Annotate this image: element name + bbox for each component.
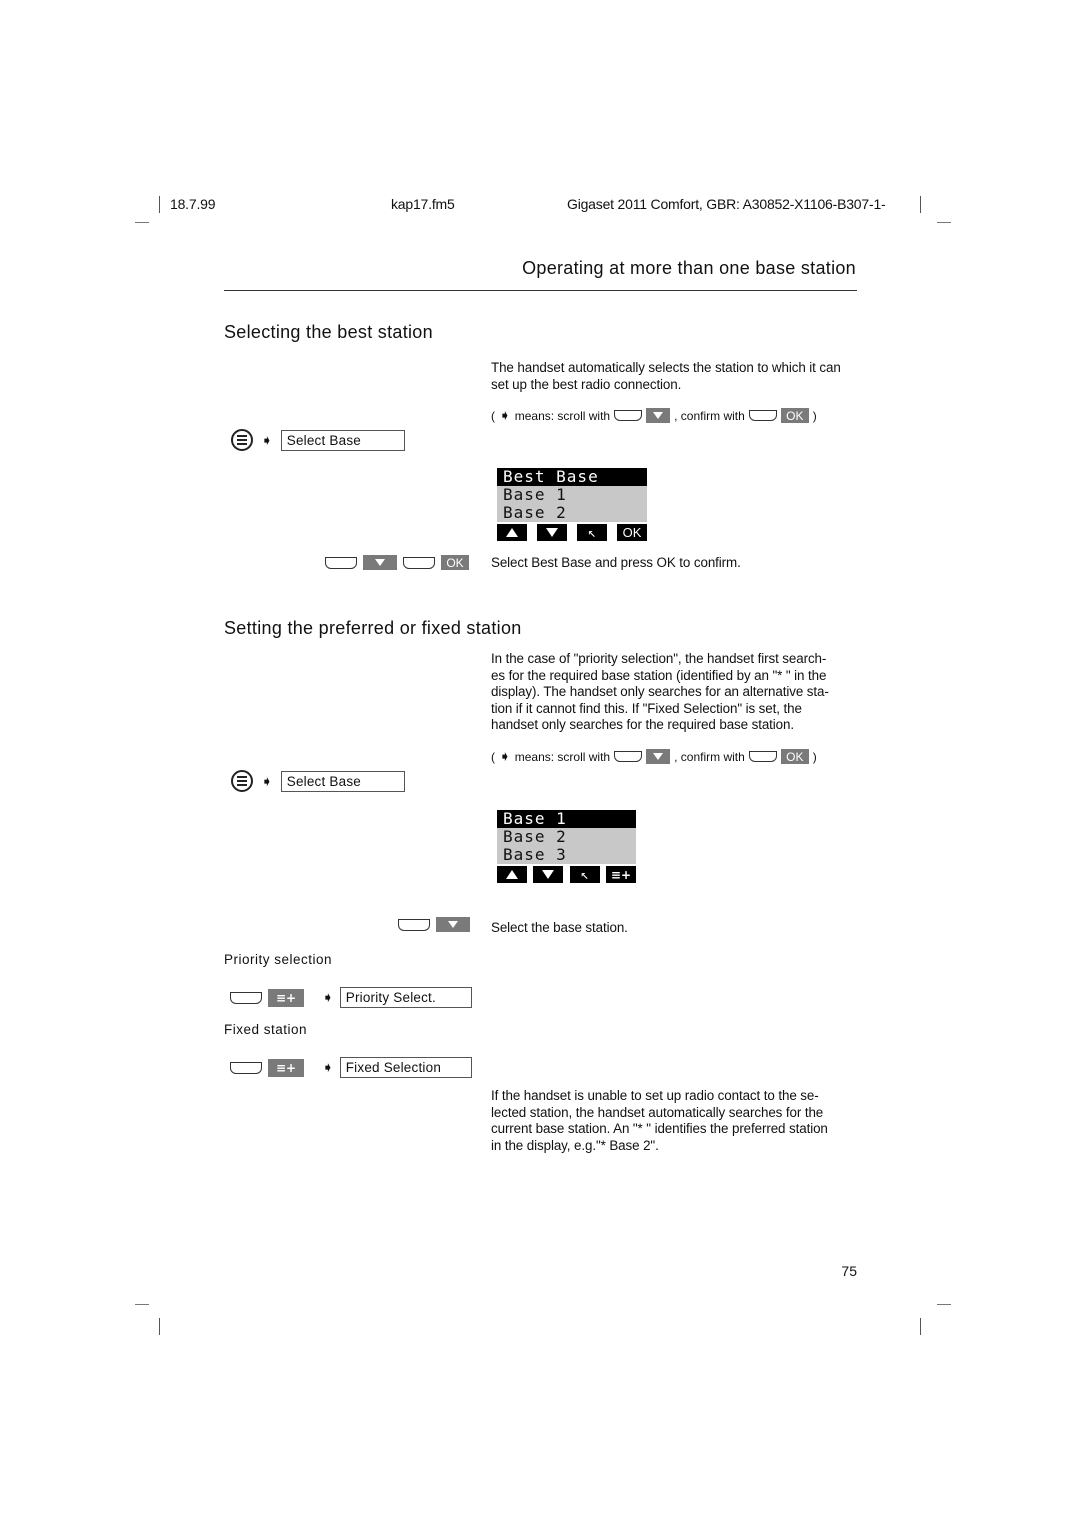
crop-mark — [135, 222, 149, 223]
step-keys: OK — [325, 555, 469, 570]
navigation-hint: ( ➧ means: scroll with , confirm with OK… — [491, 407, 817, 424]
hint-text: , confirm with — [674, 749, 745, 764]
text-line: lected station, the handset automaticall… — [491, 1104, 824, 1120]
text-line: If the handset is unable to set up radio… — [491, 1088, 819, 1103]
arrow-icon: ➧ — [322, 1059, 334, 1075]
softkey-icon — [230, 1061, 262, 1074]
arrow-icon: ➧ — [261, 431, 273, 448]
text-line: current base station. An "* " identifies… — [491, 1121, 828, 1136]
fixed-station-label: Fixed station — [224, 1022, 308, 1037]
section-title-best-station: Selecting the best station — [224, 322, 433, 342]
display-row: Base 1 — [503, 485, 567, 504]
down-key-icon[interactable] — [537, 524, 567, 541]
arrow-icon: ➧ — [322, 989, 334, 1005]
display-row: Base 3 — [503, 845, 567, 864]
menu-icon — [231, 770, 253, 792]
down-key-icon[interactable] — [533, 866, 564, 883]
softkey-icon — [403, 556, 435, 569]
header-date: 18.7.99 — [170, 196, 216, 212]
menu-item-fixed-selection[interactable]: Fixed Selection — [339, 1057, 472, 1078]
back-key-icon[interactable]: ↖ — [577, 524, 607, 541]
header-product: Gigaset 2011 Comfort, GBR: A30852-X1106-… — [567, 196, 886, 212]
step-text: Select Best Base and press OK to confirm… — [491, 555, 741, 570]
priority-step: ≡+ ➧ Priority Select. — [230, 987, 472, 1008]
softkey-icon — [748, 751, 777, 762]
display-row-selected: Base 1 — [497, 810, 636, 828]
softkey-icon — [230, 991, 262, 1004]
softkey-icon — [325, 556, 357, 569]
crop-mark — [159, 1318, 160, 1335]
step-keys — [398, 917, 470, 932]
text-line: in the display, e.g."* Base 2". — [491, 1137, 659, 1153]
page-number: 75 — [841, 1263, 857, 1279]
display-row: Base 2 — [503, 827, 567, 846]
text-line: es for the required base station (identi… — [491, 667, 827, 683]
crop-mark — [920, 196, 921, 213]
hint-text: means: scroll with — [514, 749, 611, 764]
hint-text: means: scroll with — [514, 408, 611, 423]
menu-item-select-base[interactable]: Select Base — [280, 770, 405, 792]
text-line: tion if it cannot find this. If "Fixed S… — [491, 700, 802, 716]
crop-mark — [920, 1318, 921, 1335]
crop-mark — [159, 196, 160, 213]
softkey-icon — [398, 918, 430, 931]
priority-list-key-icon[interactable]: ≡+ — [605, 866, 636, 883]
softkey-icon — [614, 410, 643, 421]
down-key-icon — [436, 917, 470, 932]
up-key-icon[interactable] — [497, 524, 527, 541]
section2-intro: In the case of "priority selection", the… — [491, 651, 863, 734]
section-title-preferred-station: Setting the preferred or fixed station — [224, 618, 522, 638]
down-key-icon — [646, 408, 671, 423]
section1-intro: The handset automatically selects the st… — [491, 360, 841, 392]
down-key-icon — [646, 749, 671, 764]
ok-key-icon: OK — [780, 749, 809, 764]
menu-item-select-base[interactable]: Select Base — [280, 429, 405, 451]
arrow-icon: ➧ — [499, 407, 511, 423]
menu-step: ➧ Select Base — [231, 770, 405, 792]
up-key-icon[interactable] — [497, 866, 527, 883]
ok-key-icon: OK — [441, 555, 469, 570]
hint-text: , confirm with — [674, 408, 745, 423]
display-row: Base 2 — [503, 503, 567, 522]
softkey-icon — [748, 410, 777, 421]
title-rule — [224, 290, 857, 291]
header-filename: kap17.fm5 — [391, 196, 455, 212]
priority-list-key-icon: ≡+ — [268, 988, 304, 1007]
crop-mark — [937, 222, 951, 223]
menu-item-priority-select[interactable]: Priority Select. — [339, 987, 472, 1008]
display-softkeys: ↖ OK — [497, 522, 647, 541]
handset-display: Best Base Base 1 Base 2 ↖ OK — [497, 468, 647, 541]
display-softkeys: ↖ ≡+ — [497, 864, 636, 883]
crop-mark — [135, 1304, 149, 1305]
navigation-hint: ( ➧ means: scroll with , confirm with OK… — [491, 748, 817, 765]
text-line: In the case of "priority selection", the… — [491, 651, 827, 666]
back-key-icon[interactable]: ↖ — [569, 866, 600, 883]
text-line: display). The handset only searches for … — [491, 684, 829, 699]
fixed-step: ≡+ ➧ Fixed Selection — [230, 1057, 472, 1078]
menu-icon — [231, 429, 253, 451]
softkey-icon — [614, 751, 643, 762]
priority-selection-label: Priority selection — [224, 952, 333, 967]
display-row-selected: Best Base — [497, 468, 647, 486]
priority-list-key-icon: ≡+ — [268, 1058, 304, 1077]
section2-outro: If the handset is unable to set up radio… — [491, 1088, 863, 1154]
menu-step: ➧ Select Base — [231, 429, 405, 451]
down-key-icon — [363, 555, 397, 570]
arrow-icon: ➧ — [499, 748, 511, 764]
paren: ( — [491, 749, 495, 764]
ok-key[interactable]: OK — [617, 524, 647, 541]
crop-mark — [937, 1304, 951, 1305]
paren: ( — [491, 408, 495, 423]
paren: ) — [812, 749, 817, 764]
arrow-icon: ➧ — [261, 772, 273, 789]
ok-key-icon: OK — [780, 408, 809, 423]
step-text: Select the base station. — [491, 920, 628, 935]
handset-display: Base 1 Base 2 Base 3 ↖ ≡+ — [497, 810, 636, 883]
paren: ) — [812, 408, 817, 423]
chapter-title: Operating at more than one base station — [522, 258, 856, 278]
text-line: handset only searches for the required b… — [491, 717, 794, 732]
